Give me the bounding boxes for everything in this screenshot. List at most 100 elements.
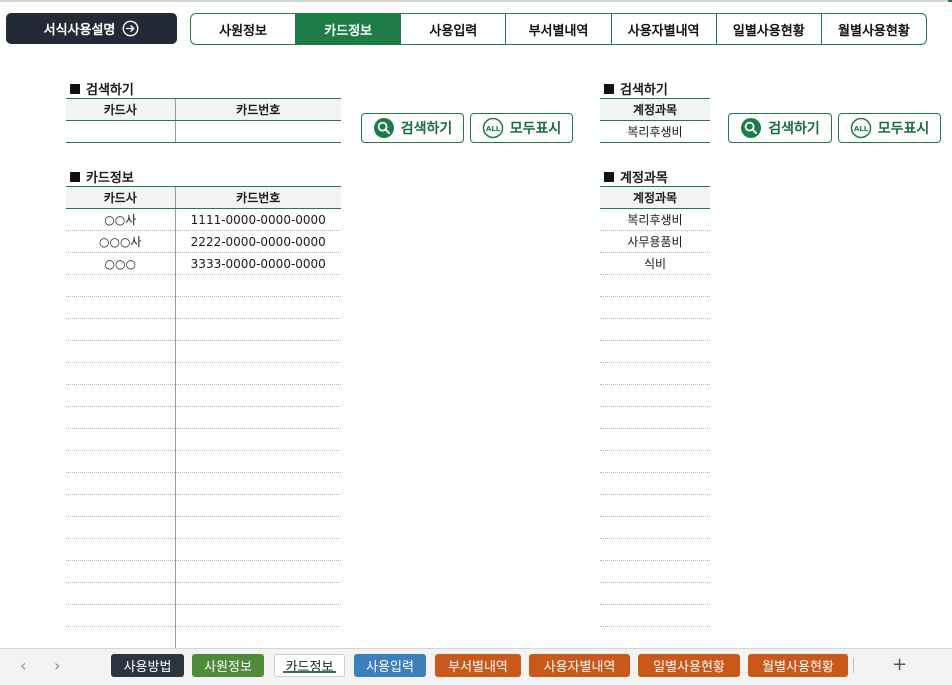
empty-table-row — [66, 582, 341, 605]
empty-cell[interactable] — [174, 472, 341, 495]
empty-cell[interactable] — [174, 538, 341, 561]
empty-cell[interactable] — [66, 450, 175, 473]
empty-cell[interactable] — [600, 516, 710, 539]
nav-tab-by-department[interactable]: 부서별내역 — [506, 14, 612, 44]
plus-icon[interactable]: + — [892, 654, 907, 675]
empty-cell[interactable] — [66, 604, 175, 627]
sheet-tab-by-department[interactable]: 부서별내역 — [435, 654, 521, 677]
empty-cell[interactable] — [66, 582, 175, 605]
empty-cell[interactable] — [66, 274, 175, 297]
empty-cell[interactable] — [174, 406, 341, 429]
search-icon — [741, 118, 762, 138]
empty-cell[interactable] — [174, 494, 341, 517]
empty-cell[interactable] — [174, 582, 341, 605]
empty-cell[interactable] — [174, 604, 341, 627]
card-number-cell[interactable]: 1111-0000-0000-0000 — [174, 208, 341, 231]
empty-cell[interactable] — [174, 362, 341, 385]
chevron-right-icon[interactable]: › — [54, 656, 60, 675]
card-show-all-button[interactable]: ALL 모두표시 — [470, 113, 573, 143]
empty-cell[interactable] — [600, 362, 710, 385]
card-number-cell[interactable]: 2222-0000-0000-0000 — [174, 230, 341, 253]
sheet-tab-daily-status[interactable]: 일별사용현황 — [638, 654, 740, 677]
empty-table-row — [66, 274, 341, 297]
empty-table-row — [600, 472, 710, 495]
nav-tab-monthly-status[interactable]: 월별사용현황 — [822, 14, 926, 44]
empty-cell[interactable] — [600, 560, 710, 583]
nav-tab-daily-status[interactable]: 일별사용현황 — [717, 14, 822, 44]
empty-cell[interactable] — [174, 274, 341, 297]
empty-cell[interactable] — [66, 318, 175, 341]
empty-cell[interactable] — [66, 428, 175, 451]
empty-cell[interactable] — [66, 516, 175, 539]
empty-cell[interactable] — [66, 472, 175, 495]
sheet-tab-usage-input[interactable]: 사용입력 — [354, 654, 426, 677]
empty-cell[interactable] — [66, 494, 175, 517]
empty-cell[interactable] — [600, 582, 710, 605]
empty-cell[interactable] — [600, 274, 710, 297]
empty-cell[interactable] — [600, 626, 710, 649]
card-search-button[interactable]: 검색하기 — [361, 113, 464, 143]
account-cell[interactable]: 복리후생비 — [600, 208, 710, 231]
empty-cell[interactable] — [600, 604, 710, 627]
sheet-tab-monthly-status[interactable]: 월별사용현황 — [748, 654, 848, 677]
empty-cell[interactable] — [600, 450, 710, 473]
account-cell[interactable]: 식비 — [600, 252, 710, 275]
empty-cell[interactable] — [174, 340, 341, 363]
card-search-number-input[interactable] — [174, 120, 341, 143]
sheet-tab-by-user[interactable]: 사용자별내역 — [529, 654, 630, 677]
sheet-tab-how-to-use[interactable]: 사용방법 — [111, 654, 184, 677]
chevron-left-icon[interactable]: ‹ — [20, 656, 26, 675]
empty-cell[interactable] — [66, 406, 175, 429]
account-show-all-button[interactable]: ALL 모두표시 — [838, 113, 941, 143]
empty-cell[interactable] — [66, 538, 175, 561]
empty-cell[interactable] — [174, 384, 341, 407]
table-row: ○○사 1111-0000-0000-0000 — [66, 208, 341, 231]
card-search-company-input[interactable] — [66, 120, 175, 143]
empty-cell[interactable] — [66, 626, 175, 649]
empty-table-row — [66, 296, 341, 319]
empty-table-row — [600, 274, 710, 297]
card-company-cell[interactable]: ○○○ — [66, 252, 175, 275]
empty-cell[interactable] — [174, 626, 341, 649]
empty-table-row — [600, 516, 710, 539]
empty-cell[interactable] — [600, 406, 710, 429]
nav-tab-card-info[interactable]: 카드정보 — [296, 14, 402, 44]
top-accent-line — [0, 0, 952, 2]
empty-cell[interactable] — [600, 296, 710, 319]
empty-cell[interactable] — [66, 560, 175, 583]
nav-tab-usage-input[interactable]: 사용입력 — [401, 14, 507, 44]
account-cell[interactable]: 사무용품비 — [600, 230, 710, 253]
card-company-cell[interactable]: ○○○사 — [66, 230, 175, 253]
card-info-header-company: 카드사 — [66, 186, 175, 209]
empty-cell[interactable] — [600, 340, 710, 363]
empty-cell[interactable] — [66, 340, 175, 363]
empty-cell[interactable] — [66, 384, 175, 407]
empty-cell[interactable] — [600, 428, 710, 451]
empty-cell[interactable] — [174, 560, 341, 583]
card-number-cell[interactable]: 3333-0000-0000-0000 — [174, 252, 341, 275]
empty-cell[interactable] — [600, 384, 710, 407]
empty-cell[interactable] — [174, 516, 341, 539]
empty-cell[interactable] — [600, 472, 710, 495]
empty-cell[interactable] — [174, 428, 341, 451]
card-company-cell[interactable]: ○○사 — [66, 208, 175, 231]
sheet-tab-employee-info[interactable]: 사원정보 — [192, 654, 264, 677]
account-search-button[interactable]: 검색하기 — [728, 113, 832, 143]
nav-tab-by-user[interactable]: 사용자별내역 — [612, 14, 717, 44]
empty-cell[interactable] — [174, 318, 341, 341]
empty-cell[interactable] — [66, 362, 175, 385]
table-row: ○○○사 2222-0000-0000-0000 — [66, 230, 341, 253]
empty-cell[interactable] — [600, 538, 710, 561]
empty-cell[interactable] — [600, 318, 710, 341]
empty-cell[interactable] — [66, 296, 175, 319]
empty-cell[interactable] — [174, 296, 341, 319]
empty-table-row — [66, 406, 341, 429]
nav-tab-employee-info[interactable]: 사원정보 — [191, 14, 297, 44]
empty-table-row — [600, 494, 710, 517]
empty-cell[interactable] — [600, 494, 710, 517]
sheet-tab-card-info[interactable]: 카드정보 — [274, 654, 345, 677]
guide-button[interactable]: 서식사용설명 — [6, 13, 177, 44]
arrow-right-circle-icon — [122, 20, 139, 37]
account-search-input[interactable]: 복리후생비 — [600, 120, 710, 143]
empty-cell[interactable] — [174, 450, 341, 473]
